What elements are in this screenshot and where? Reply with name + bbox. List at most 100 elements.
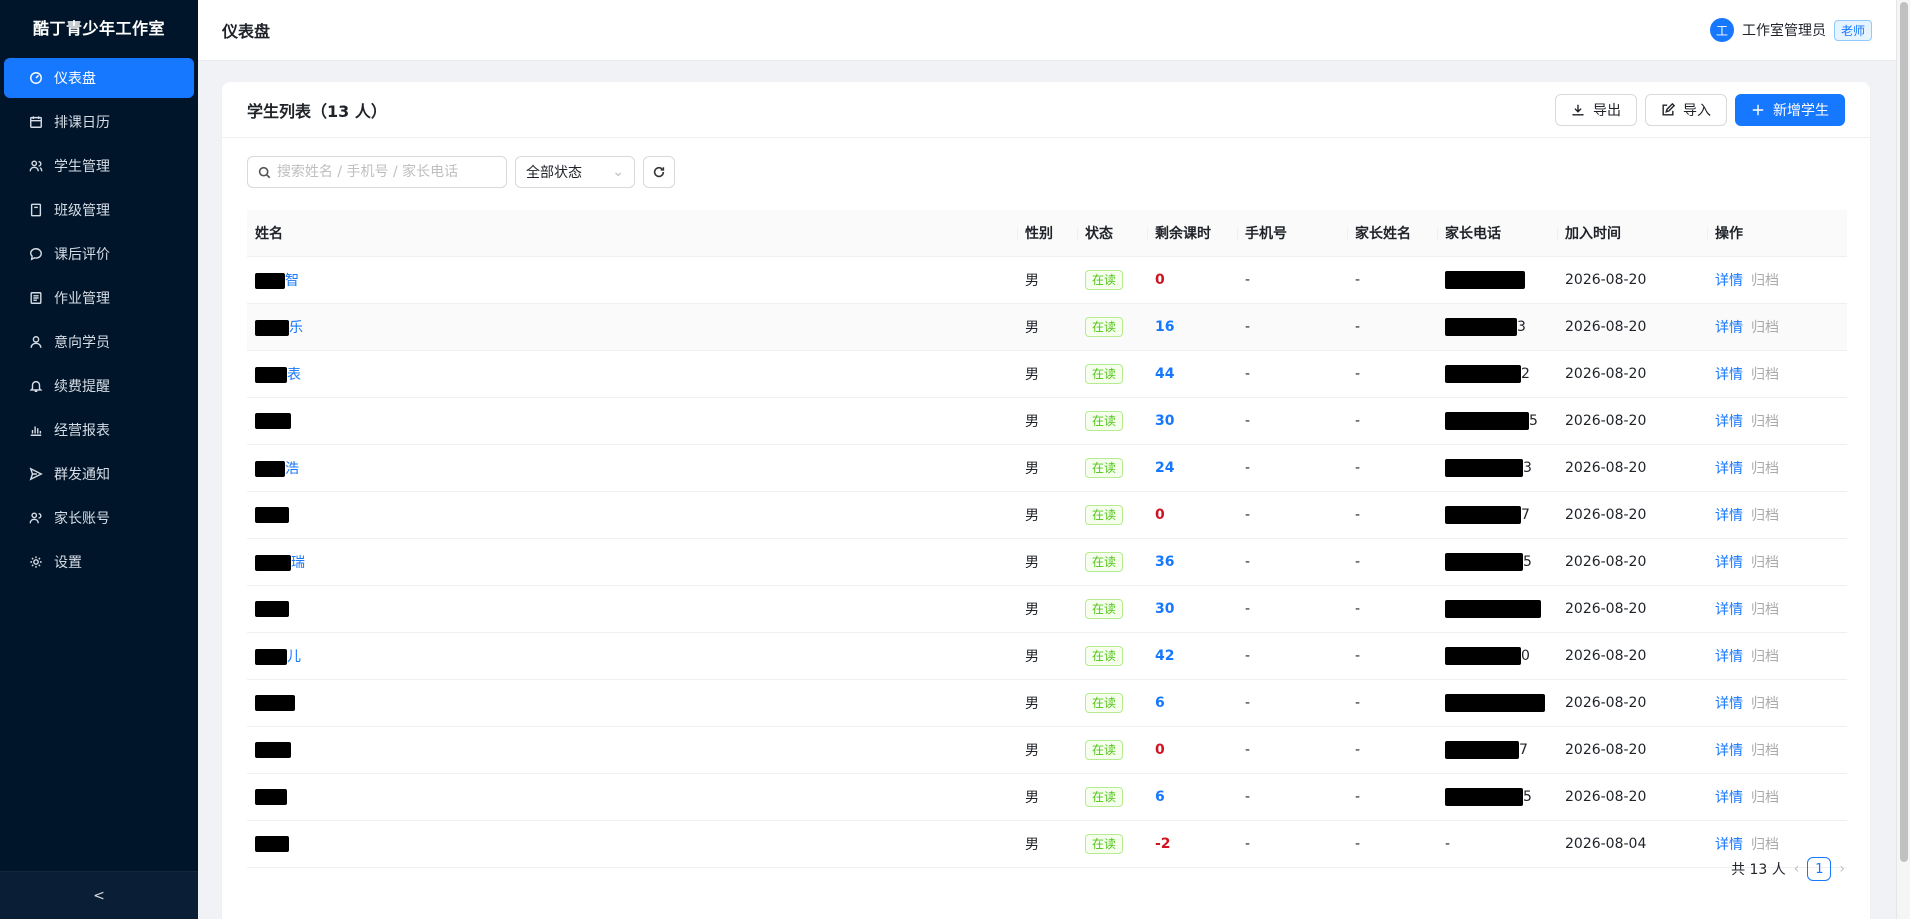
archive-link[interactable]: 归档 [1751,790,1779,806]
detail-link[interactable]: 详情 [1715,414,1743,430]
archive-link[interactable]: 归档 [1751,461,1779,477]
search-input[interactable] [276,164,496,180]
student-name-link[interactable]: 智 [247,270,1017,290]
student-name-link[interactable]: 儿 [247,646,1017,666]
sidebar-item-10[interactable]: 家长账号 [4,498,194,538]
table-row[interactable]: 瑞 男 在读 36 - - 5 2026-08-20 详情 归档 [247,539,1847,586]
student-name-link[interactable]: 浩 [247,458,1017,478]
archive-link[interactable]: 归档 [1751,649,1779,665]
remaining-hours-cell: 44 [1147,366,1237,382]
add-student-button[interactable]: 新增学生 [1735,93,1845,126]
sidebar-item-4[interactable]: 课后评价 [4,234,194,274]
student-name-link[interactable]: 乐 [247,317,1017,337]
detail-link[interactable]: 详情 [1715,649,1743,665]
table-row[interactable]: 儿 男 在读 42 - - 0 2026-08-20 详情 归档 [247,633,1847,680]
table-row[interactable]: 乐 男 在读 16 - - 3 2026-08-20 详情 归档 [247,304,1847,351]
calendar-icon [28,114,44,130]
sidebar-item-2[interactable]: 学生管理 [4,146,194,186]
prev-page-icon[interactable]: ‹ [1794,861,1800,877]
actions-cell: 详情 归档 [1707,787,1847,807]
table-row[interactable]: 男 在读 0 - - 7 2026-08-20 详情 归档 [247,727,1847,774]
archive-link[interactable]: 归档 [1751,602,1779,618]
sidebar-item-6[interactable]: 意向学员 [4,322,194,362]
archive-link[interactable]: 归档 [1751,367,1779,383]
scrollbar-thumb[interactable] [1900,2,1908,862]
table-row[interactable]: 男 在读 6 - - 5 2026-08-20 详情 归档 [247,774,1847,821]
detail-link[interactable]: 详情 [1715,555,1743,571]
student-name-link[interactable] [247,695,1017,711]
sidebar-item-9[interactable]: 群发通知 [4,454,194,494]
table-row[interactable]: 表 男 在读 44 - - 2 2026-08-20 详情 归档 [247,351,1847,398]
student-name-link[interactable] [247,836,1017,852]
archive-link[interactable]: 归档 [1751,837,1779,853]
col-phone[interactable]: 手机号 [1237,223,1347,243]
archive-link[interactable]: 归档 [1751,743,1779,759]
sidebar-item-0[interactable]: 仪表盘 [4,58,194,98]
search-box[interactable] [247,156,507,188]
sidebar-item-11[interactable]: 设置 [4,542,194,582]
sidebar-item-7[interactable]: 续费提醒 [4,366,194,406]
student-name-link[interactable]: 瑞 [247,552,1017,572]
detail-link[interactable]: 详情 [1715,696,1743,712]
detail-link[interactable]: 详情 [1715,508,1743,524]
student-name-link[interactable]: 表 [247,364,1017,384]
gender-cell: 男 [1025,649,1039,665]
col-remaining-hours[interactable]: 剩余课时 [1147,223,1237,243]
archive-link[interactable]: 归档 [1751,414,1779,430]
student-name-link[interactable] [247,413,1017,429]
detail-link[interactable]: 详情 [1715,743,1743,759]
next-page-icon[interactable]: › [1839,861,1845,877]
detail-link[interactable]: 详情 [1715,367,1743,383]
import-button[interactable]: 导入 [1645,93,1727,126]
table-row[interactable]: 男 在读 0 - - 7 2026-08-20 详情 归档 [247,492,1847,539]
table-row[interactable]: 男 在读 6 - - 2026-08-20 详情 归档 [247,680,1847,727]
table-row[interactable]: 男 在读 30 - - 2026-08-20 详情 归档 [247,586,1847,633]
remaining-hours: -2 [1155,836,1171,852]
col-name[interactable]: 姓名 [247,223,1017,243]
user-menu[interactable]: 工 工作室管理员 老师 [1709,18,1872,42]
detail-link[interactable]: 详情 [1715,837,1743,853]
archive-link[interactable]: 归档 [1751,696,1779,712]
remaining-hours-cell: -2 [1147,836,1237,852]
detail-link[interactable]: 详情 [1715,602,1743,618]
redacted-name [255,413,291,429]
detail-link[interactable]: 详情 [1715,461,1743,477]
archive-link[interactable]: 归档 [1751,320,1779,336]
sidebar-item-label: 续费提醒 [54,379,110,395]
join-date-cell: 2026-08-20 [1565,601,1647,617]
table-row[interactable]: 浩 男 在读 24 - - 3 2026-08-20 详情 归档 [247,445,1847,492]
page-scrollbar[interactable] [1896,0,1910,919]
student-name-link[interactable] [247,601,1017,617]
export-button[interactable]: 导出 [1555,93,1637,126]
sidebar-item-8[interactable]: 经营报表 [4,410,194,450]
redacted-name [255,789,287,805]
detail-link[interactable]: 详情 [1715,320,1743,336]
col-status[interactable]: 状态 [1077,223,1147,243]
table-row[interactable]: 男 在读 -2 - - - 2026-08-04 详情 归档 [247,821,1847,868]
team-icon [28,510,44,526]
role-badge: 老师 [1833,19,1872,41]
archive-link[interactable]: 归档 [1751,273,1779,289]
detail-link[interactable]: 详情 [1715,273,1743,289]
col-parent-phone[interactable]: 家长电话 [1437,223,1557,243]
sidebar-item-1[interactable]: 排课日历 [4,102,194,142]
refresh-button[interactable] [643,156,675,188]
col-parent-name[interactable]: 家长姓名 [1347,223,1437,243]
table-row[interactable]: 智 男 在读 0 - - 2026-08-20 详情 归档 [247,257,1847,304]
col-join-date[interactable]: 加入时间 [1557,223,1707,243]
table-row[interactable]: 男 在读 30 - - 5 2026-08-20 详情 归档 [247,398,1847,445]
sidebar-collapse-button[interactable]: < [0,871,198,919]
student-name-link[interactable] [247,742,1017,758]
status-select[interactable]: 全部状态 ⌄ [515,156,635,188]
page-1-button[interactable]: 1 [1807,857,1832,881]
detail-link[interactable]: 详情 [1715,790,1743,806]
sidebar-item-3[interactable]: 班级管理 [4,190,194,230]
col-gender[interactable]: 性别 [1017,223,1077,243]
status-cell: 在读 [1077,458,1147,478]
student-name-link[interactable] [247,789,1017,805]
remaining-hours-cell: 0 [1147,272,1237,288]
student-name-link[interactable] [247,507,1017,523]
archive-link[interactable]: 归档 [1751,508,1779,524]
archive-link[interactable]: 归档 [1751,555,1779,571]
sidebar-item-5[interactable]: 作业管理 [4,278,194,318]
